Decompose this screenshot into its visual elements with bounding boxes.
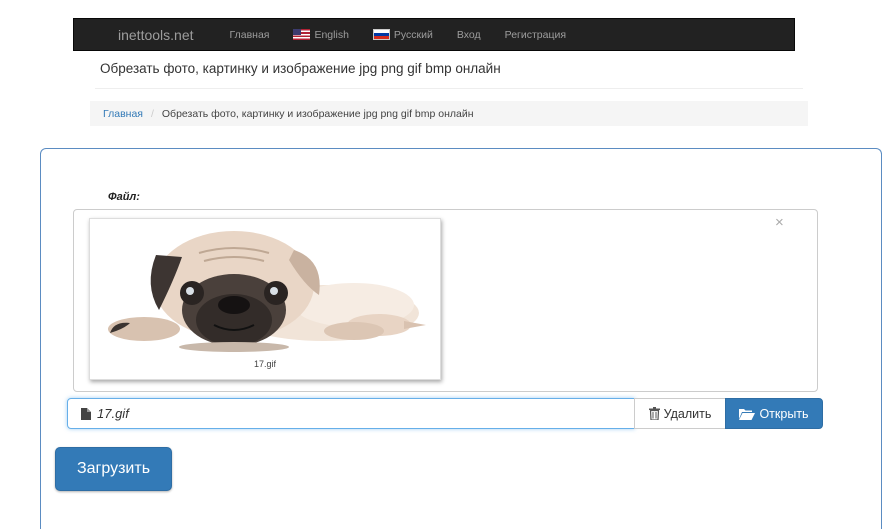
us-flag-icon [293,29,311,40]
pug-image [108,231,426,352]
nav-item-label: Главная [229,28,270,41]
ru-flag-icon [372,29,390,40]
page-title: Обрезать фото, картинку и изображение jp… [100,61,501,76]
nav-item-english[interactable]: English [293,28,349,41]
open-file-button[interactable]: Открыть [725,398,823,429]
breadcrumb-current: Обрезать фото, картинку и изображение jp… [161,107,474,120]
folder-open-icon [739,408,756,420]
upload-button[interactable]: Загрузить [55,447,172,491]
nav-item-label: Русский [393,28,433,41]
title-divider [95,88,803,89]
nav-item-home[interactable]: Главная [230,29,270,41]
remove-file-button[interactable]: Удалить [634,398,726,429]
file-name-input[interactable]: 17.gif [67,398,635,429]
file-name-text: 17.gif [97,406,129,421]
open-button-label: Открыть [759,406,809,421]
nav-item-label: English [314,28,349,41]
breadcrumb-home-link[interactable]: Главная [103,108,143,120]
top-navbar: inettools.net Главная English Русский Вх… [73,18,795,51]
file-icon [81,407,91,420]
breadcrumb-separator: / [150,107,154,120]
brand-link[interactable]: inettools.net [118,27,194,43]
close-icon[interactable]: × [775,214,784,231]
nav-item-label: Вход [456,28,481,41]
breadcrumb: Главная / Обрезать фото, картинку и изоб… [90,101,808,126]
nav-item-russian[interactable]: Русский [372,28,433,41]
file-label: Файл: [108,191,140,203]
image-thumbnail: 17.gif [89,218,441,380]
trash-icon [648,407,660,420]
remove-button-label: Удалить [663,406,712,421]
nav-item-register[interactable]: Регистрация [505,29,566,41]
nav-item-login[interactable]: Вход [457,29,481,41]
nav-item-label: Регистрация [504,28,567,41]
thumbnail-caption: 17.gif [253,359,277,369]
upload-button-label: Загрузить [76,460,151,477]
